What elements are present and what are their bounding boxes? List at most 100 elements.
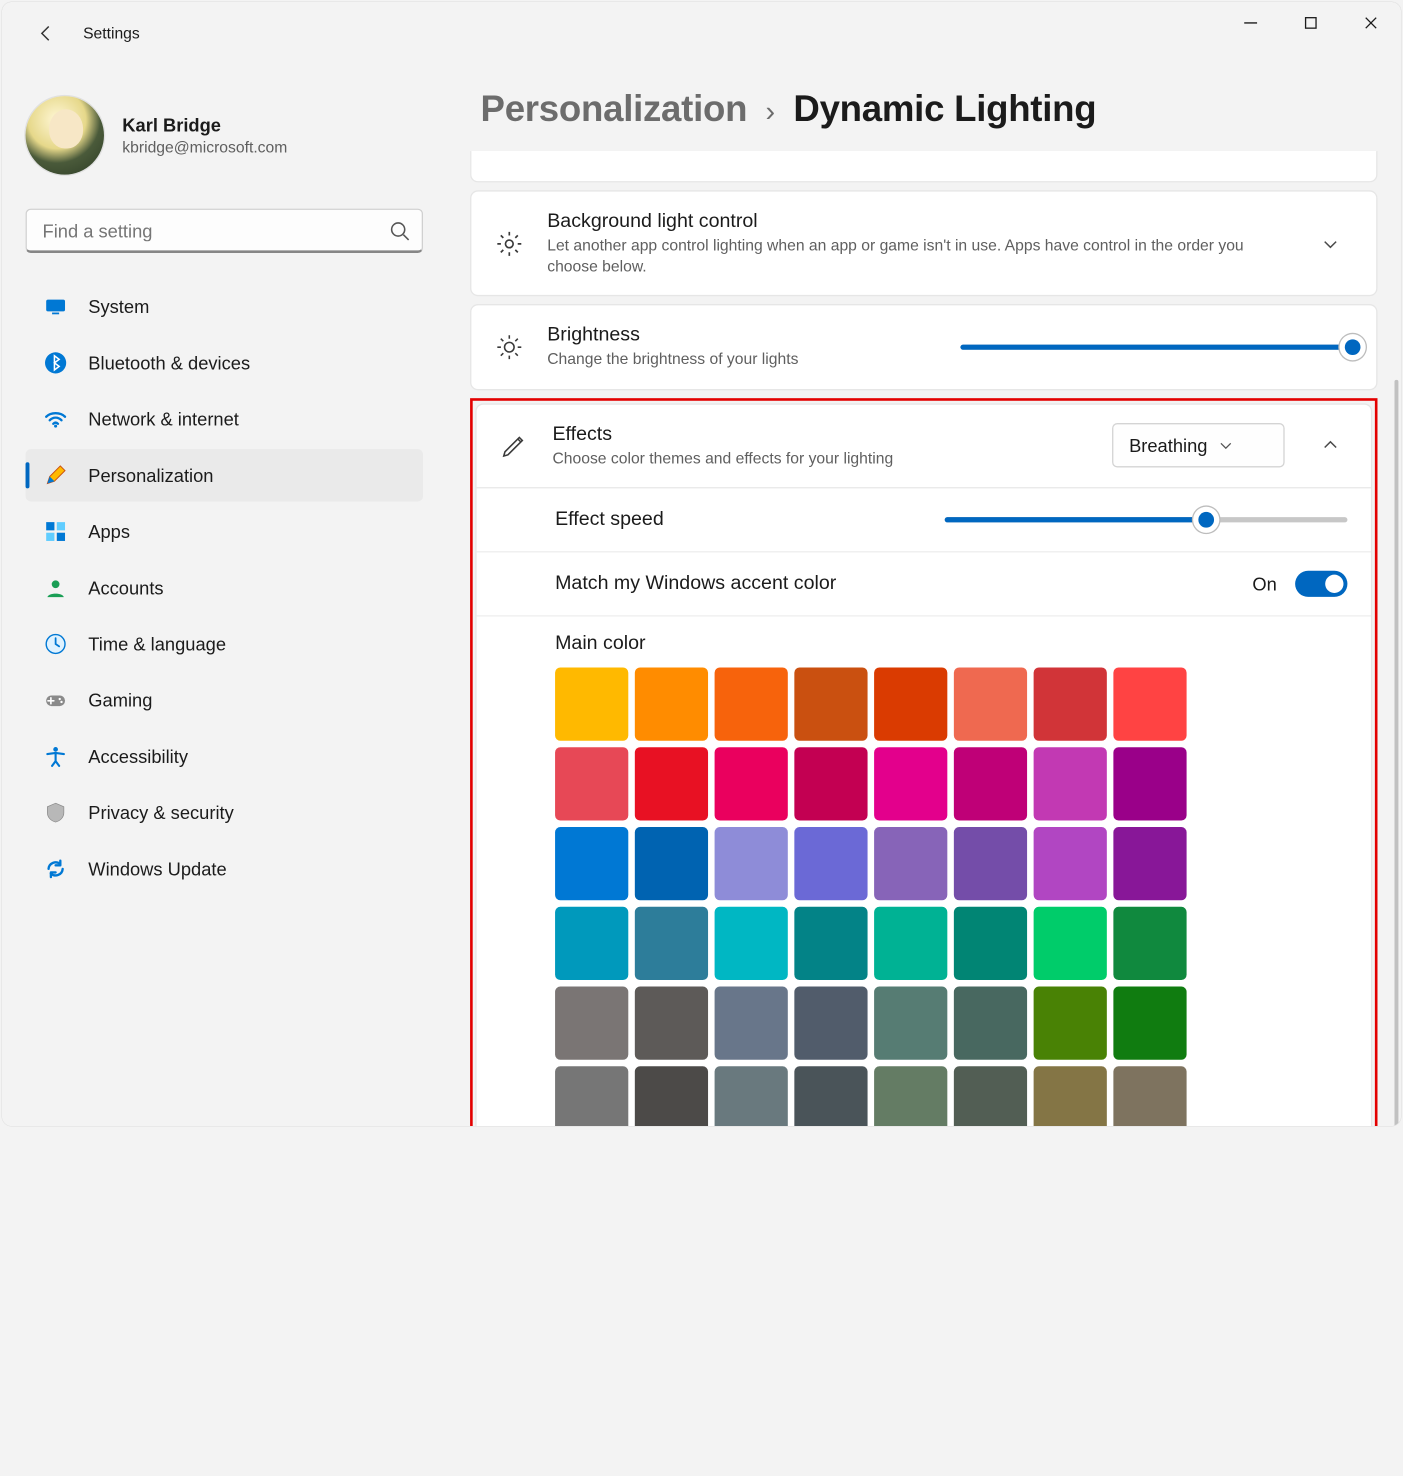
- color-swatch[interactable]: [635, 827, 708, 900]
- color-swatch[interactable]: [1113, 827, 1186, 900]
- sidebar-item-time-language[interactable]: Time & language: [26, 618, 423, 670]
- color-swatch[interactable]: [794, 1066, 867, 1126]
- color-swatch[interactable]: [555, 1066, 628, 1126]
- background-light-card[interactable]: Background light control Let another app…: [470, 190, 1377, 296]
- effects-section-highlight: Effects Choose color themes and effects …: [470, 398, 1377, 1126]
- color-swatch[interactable]: [635, 667, 708, 740]
- sidebar-item-network-internet[interactable]: Network & internet: [26, 393, 423, 445]
- color-swatch[interactable]: [555, 747, 628, 820]
- scrollbar-thumb[interactable]: [1394, 380, 1398, 1126]
- effects-header[interactable]: Effects Choose color themes and effects …: [477, 404, 1371, 488]
- effects-collapse[interactable]: [1308, 423, 1352, 467]
- color-swatch[interactable]: [874, 827, 947, 900]
- color-swatch[interactable]: [635, 906, 708, 979]
- close-icon: [1364, 16, 1377, 29]
- main-color-label: Main color: [555, 632, 1347, 654]
- color-swatch[interactable]: [715, 667, 788, 740]
- effects-title: Effects: [552, 422, 1088, 444]
- pen-icon: [500, 431, 529, 460]
- color-swatch[interactable]: [794, 747, 867, 820]
- effect-speed-label: Effect speed: [555, 508, 921, 530]
- color-swatch[interactable]: [1034, 906, 1107, 979]
- sidebar-item-personalization[interactable]: Personalization: [26, 449, 423, 501]
- content-scrollbar[interactable]: [1391, 75, 1399, 1126]
- chevron-up-icon: [1321, 436, 1339, 454]
- update-icon: [44, 857, 68, 881]
- effect-speed-slider[interactable]: [945, 506, 1348, 532]
- color-swatch[interactable]: [715, 827, 788, 900]
- previous-card-stub: [470, 151, 1377, 182]
- match-accent-label: Match my Windows accent color: [555, 572, 1234, 594]
- brightness-sub: Change the brightness of your lights: [547, 349, 937, 370]
- color-swatch[interactable]: [555, 986, 628, 1059]
- color-swatch[interactable]: [1113, 747, 1186, 820]
- apps-icon: [44, 520, 68, 544]
- sidebar-item-apps[interactable]: Apps: [26, 505, 423, 557]
- match-accent-toggle[interactable]: [1295, 570, 1347, 596]
- breadcrumb: Personalization › Dynamic Lighting: [481, 88, 1378, 130]
- effects-sub: Choose color themes and effects for your…: [552, 447, 1088, 468]
- color-swatch[interactable]: [954, 827, 1027, 900]
- minimize-button[interactable]: [1221, 2, 1281, 44]
- color-swatch[interactable]: [794, 986, 867, 1059]
- close-button[interactable]: [1341, 2, 1401, 44]
- sidebar-item-accessibility[interactable]: Accessibility: [26, 730, 423, 782]
- color-swatch[interactable]: [1034, 667, 1107, 740]
- wifi-icon: [44, 407, 68, 431]
- sidebar-item-system[interactable]: System: [26, 280, 423, 332]
- color-swatch[interactable]: [1113, 667, 1186, 740]
- color-swatch[interactable]: [954, 906, 1027, 979]
- color-swatch[interactable]: [635, 1066, 708, 1126]
- color-swatch[interactable]: [954, 667, 1027, 740]
- sidebar-item-label: Gaming: [88, 690, 152, 711]
- background-light-sub: Let another app control lighting when an…: [547, 235, 1284, 277]
- color-swatch[interactable]: [874, 667, 947, 740]
- color-swatch[interactable]: [715, 747, 788, 820]
- background-light-expand[interactable]: [1308, 221, 1352, 265]
- color-swatch[interactable]: [794, 667, 867, 740]
- color-swatch[interactable]: [1034, 827, 1107, 900]
- color-swatch[interactable]: [715, 1066, 788, 1126]
- color-swatch[interactable]: [954, 1066, 1027, 1126]
- profile-block[interactable]: Karl Bridge kbridge@microsoft.com: [2, 80, 447, 200]
- back-button[interactable]: [20, 7, 72, 59]
- time-icon: [44, 632, 68, 656]
- color-swatch[interactable]: [874, 1066, 947, 1126]
- brightness-icon: [495, 333, 524, 362]
- color-swatch[interactable]: [874, 986, 947, 1059]
- breadcrumb-parent[interactable]: Personalization: [481, 88, 748, 130]
- accessibility-icon: [44, 745, 68, 769]
- color-swatch[interactable]: [1034, 986, 1107, 1059]
- color-swatch[interactable]: [874, 747, 947, 820]
- color-swatch[interactable]: [954, 747, 1027, 820]
- color-swatch[interactable]: [635, 986, 708, 1059]
- brightness-slider[interactable]: [960, 334, 1352, 360]
- color-swatch[interactable]: [1113, 986, 1186, 1059]
- effects-combobox[interactable]: Breathing: [1112, 423, 1285, 467]
- color-swatch[interactable]: [715, 986, 788, 1059]
- sidebar-item-gaming[interactable]: Gaming: [26, 674, 423, 726]
- sidebar-item-bluetooth-devices[interactable]: Bluetooth & devices: [26, 337, 423, 389]
- breadcrumb-current: Dynamic Lighting: [793, 88, 1096, 130]
- color-swatch[interactable]: [954, 986, 1027, 1059]
- color-swatch[interactable]: [1034, 747, 1107, 820]
- sidebar-item-label: Apps: [88, 521, 130, 542]
- color-swatch[interactable]: [635, 747, 708, 820]
- sidebar-item-windows-update[interactable]: Windows Update: [26, 843, 423, 895]
- color-swatch[interactable]: [1034, 1066, 1107, 1126]
- back-arrow-icon: [37, 24, 55, 42]
- color-swatch[interactable]: [794, 906, 867, 979]
- color-swatch[interactable]: [555, 667, 628, 740]
- color-swatch[interactable]: [874, 906, 947, 979]
- color-swatch[interactable]: [794, 827, 867, 900]
- color-swatch[interactable]: [555, 906, 628, 979]
- sidebar-item-accounts[interactable]: Accounts: [26, 562, 423, 614]
- color-swatch[interactable]: [555, 827, 628, 900]
- sidebar-item-label: Network & internet: [88, 409, 239, 430]
- color-swatch[interactable]: [1113, 906, 1186, 979]
- search-input[interactable]: [26, 209, 423, 253]
- sidebar-item-privacy-security[interactable]: Privacy & security: [26, 787, 423, 839]
- color-swatch[interactable]: [715, 906, 788, 979]
- maximize-button[interactable]: [1281, 2, 1341, 44]
- color-swatch[interactable]: [1113, 1066, 1186, 1126]
